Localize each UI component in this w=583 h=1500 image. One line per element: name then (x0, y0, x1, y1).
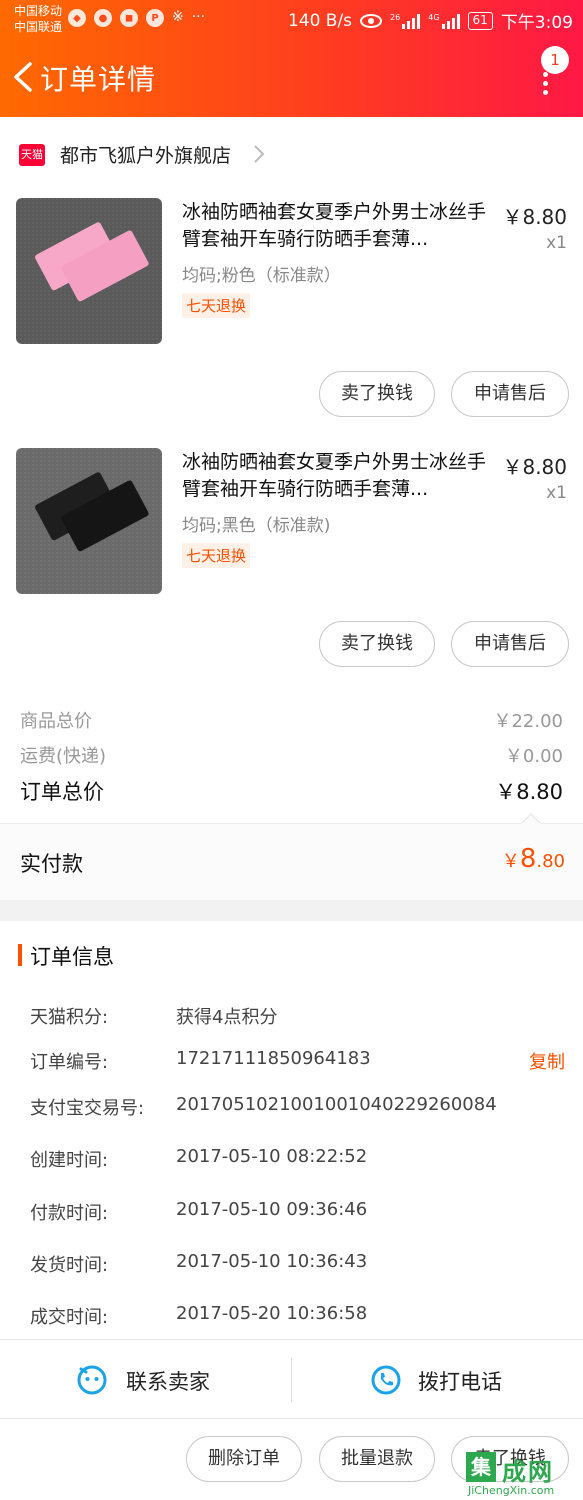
product-spec: 均码;粉色（标准款） (182, 266, 341, 286)
alipay-number-value: 2017051021001001040229260084 (176, 1094, 497, 1115)
shield-icon: ◆ (68, 9, 86, 27)
chat-bubble-icon: ◼ (120, 9, 138, 27)
contact-seller-label: 联系卖家 (126, 1370, 210, 1394)
created-time-label: 创建时间: (30, 1150, 109, 1171)
section-accent-bar (18, 944, 22, 966)
chevron-right-icon (254, 145, 265, 163)
goods-total-row: 商品总价 ￥22.00 (20, 707, 563, 733)
completed-time-value: 2017-05-20 10:36:58 (176, 1303, 368, 1324)
lock-icon: ● (94, 9, 112, 27)
product-quantity: x1 (546, 483, 567, 503)
shop-name[interactable]: 都市飞狐户外旗舰店 (60, 141, 231, 168)
watermark-url: JiChengXin.com (468, 1484, 555, 1497)
order-item[interactable]: 冰袖防晒袖套女夏季户外男士冰丝手臂套袖开车骑行防晒手套薄... ￥8.80 x1… (0, 189, 583, 439)
points-value: 获得4点积分 (176, 1007, 278, 1028)
points-label: 天猫积分: (30, 1007, 109, 1028)
apply-after-sales-button[interactable]: 申请售后 (451, 371, 569, 417)
status-bar: 中国移动 中国联通 ◆ ● ◼ P ※ ··· 140 B/s 26 4G 61… (0, 0, 583, 40)
page-title: 订单详情 (40, 63, 157, 96)
goods-total-label: 商品总价 (20, 711, 92, 732)
product-thumbnail[interactable] (16, 448, 162, 594)
goods-total-value: ￥22.00 (493, 711, 563, 732)
product-title[interactable]: 冰袖防晒袖套女夏季户外男士冰丝手臂套袖开车骑行防晒手套薄... (182, 199, 492, 253)
product-title[interactable]: 冰袖防晒袖套女夏季户外男士冰丝手臂套袖开车骑行防晒手套薄... (182, 449, 492, 503)
more-dot-icon (542, 72, 548, 77)
completed-time-label: 成交时间: (30, 1307, 109, 1328)
amount-paid-row: 实付款 ￥8.80 (0, 813, 583, 900)
product-thumbnail[interactable] (16, 198, 162, 344)
order-number-label: 订单编号: (30, 1052, 109, 1073)
chat-face-icon (77, 1365, 107, 1395)
watermark-text: 成网 (502, 1458, 554, 1486)
more-dot-icon (542, 90, 548, 95)
site-watermark-logo: 集 成网 JiChengXin.com (462, 1448, 582, 1498)
signal-2-label: 4G (428, 12, 440, 22)
back-arrow-icon[interactable] (12, 62, 34, 92)
contact-seller-button[interactable]: 联系卖家 (0, 1340, 291, 1420)
paid-time-value: 2017-05-10 09:36:46 (176, 1199, 368, 1220)
amount-paid-label: 实付款 (20, 852, 83, 876)
paid-decimal: .80 (536, 851, 565, 872)
battery-icon: 61 (467, 11, 493, 30)
order-info-title: 订单信息 (30, 945, 114, 969)
call-phone-button[interactable]: 拨打电话 (292, 1340, 583, 1420)
product-image-black-sleeves (16, 448, 162, 594)
shop-row[interactable]: 天猫 都市飞狐户外旗舰店 (0, 117, 583, 189)
app-notification-icon: P (146, 9, 164, 27)
shipping-row: 运费(快递) ￥0.00 (20, 742, 563, 768)
order-card: 天猫 都市飞狐户外旗舰店 冰袖防晒袖套女夏季户外男士冰丝手臂套袖开车骑行防晒手套… (0, 117, 583, 900)
seven-day-return-badge: 七天退换 (182, 543, 251, 568)
shipping-value: ￥0.00 (504, 746, 563, 767)
top-bar: 中国移动 中国联通 ◆ ● ◼ P ※ ··· 140 B/s 26 4G 61… (0, 0, 583, 117)
more-notifications-icon: ··· (191, 9, 206, 25)
product-quantity: x1 (546, 233, 567, 253)
call-phone-label: 拨打电话 (418, 1370, 502, 1394)
seven-day-return-badge: 七天退换 (182, 293, 251, 318)
more-dot-icon (542, 81, 548, 86)
order-item[interactable]: 冰袖防晒袖套女夏季户外男士冰丝手臂套袖开车骑行防晒手套薄... ￥8.80 x1… (0, 439, 583, 689)
paid-integer: 8 (519, 844, 537, 874)
created-time-value: 2017-05-10 08:22:52 (176, 1146, 368, 1167)
notification-icons: ◆ ● ◼ P ※ ··· (68, 9, 205, 27)
shipping-label: 运费(快递) (20, 746, 107, 767)
caret-up-icon (521, 813, 541, 824)
sell-for-cash-button[interactable]: 卖了换钱 (319, 621, 435, 667)
paid-time-label: 付款时间: (30, 1203, 109, 1224)
alipay-number-label: 支付宝交易号: (30, 1098, 145, 1119)
weibo-icon: ※ (172, 9, 184, 25)
order-info-card: 订单信息 天猫积分: 获得4点积分 订单编号: 1721711185096418… (0, 921, 583, 1339)
tmall-logo-icon: 天猫 (19, 144, 45, 166)
message-count-badge[interactable]: 1 (541, 46, 569, 74)
order-total-label: 订单总价 (20, 780, 104, 804)
carrier-1: 中国移动 (14, 4, 63, 18)
order-number-value: 17217111850964183 (176, 1048, 371, 1069)
signal-icon-1: 26 (390, 12, 421, 29)
shipped-time-value: 2017-05-10 10:36:43 (176, 1251, 368, 1272)
delete-order-button[interactable]: 删除订单 (186, 1436, 302, 1482)
shipped-time-label: 发货时间: (30, 1255, 109, 1276)
eye-icon (360, 13, 383, 28)
contact-bar: 联系卖家 拨打电话 (0, 1339, 583, 1419)
phone-icon (371, 1365, 401, 1395)
product-price: ￥8.80 (502, 455, 567, 479)
clock: 下午3:09 (500, 13, 573, 33)
bulk-refund-button[interactable]: 批量退款 (319, 1436, 435, 1482)
product-image-pink-sleeves (16, 198, 162, 344)
net-speed: 140 B/s (287, 10, 353, 31)
paid-currency: ￥ (501, 851, 520, 872)
apply-after-sales-button[interactable]: 申请售后 (451, 621, 569, 667)
carrier-2: 中国联通 (14, 20, 63, 34)
watermark-box: 集 (466, 1452, 496, 1482)
product-price: ￥8.80 (502, 205, 567, 229)
product-spec: 均码;黑色（标准款) (182, 516, 331, 536)
order-total-row: 订单总价 ￥8.80 (20, 776, 563, 806)
signal-icon-2: 4G (428, 12, 460, 29)
copy-button[interactable]: 复制 (529, 1048, 565, 1074)
status-right: 140 B/s 26 4G 61 下午3:09 (287, 8, 573, 34)
carriers: 中国移动 中国联通 (14, 3, 62, 35)
signal-1-label: 26 (390, 12, 401, 22)
amount-paid-value: ￥8.80 (502, 844, 565, 874)
sell-for-cash-button[interactable]: 卖了换钱 (319, 371, 435, 417)
order-total-value: ￥8.80 (495, 780, 563, 804)
